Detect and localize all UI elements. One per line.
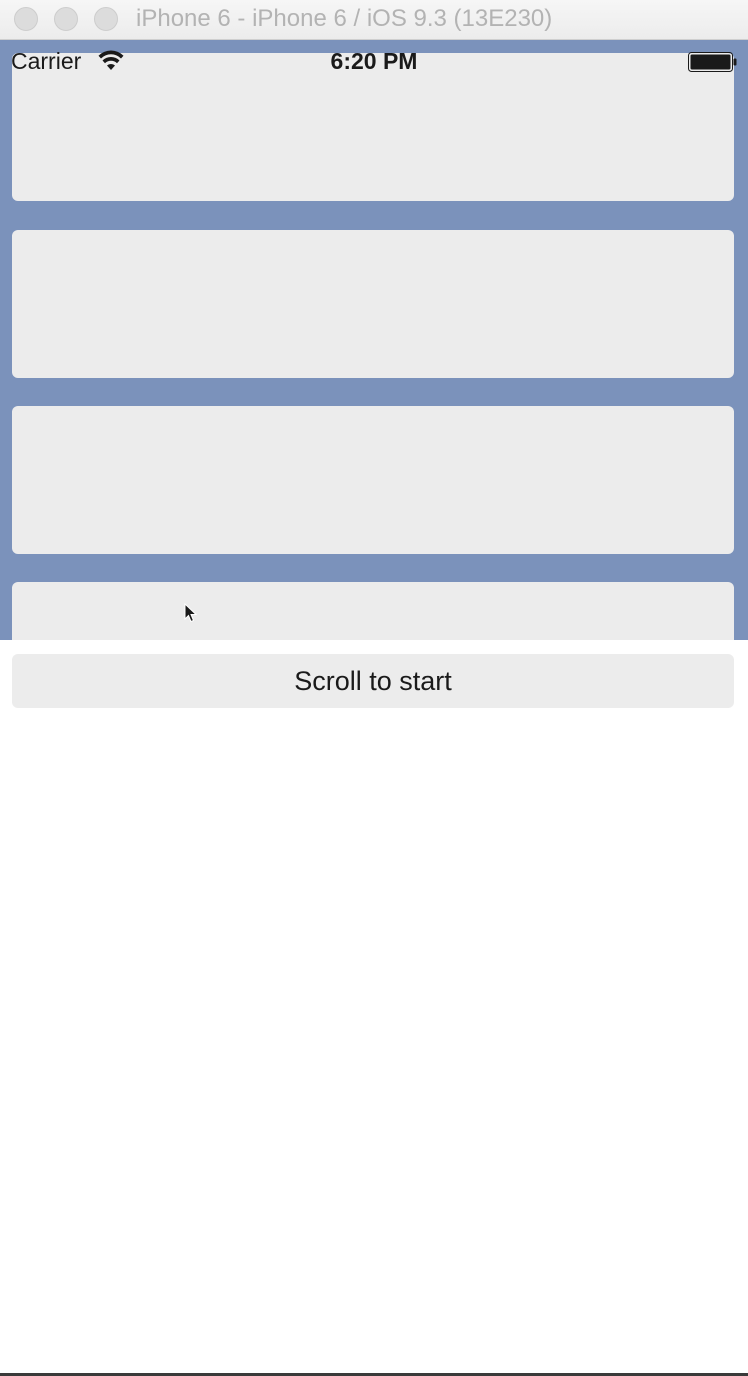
scroll-to-start-button[interactable]: Scroll to start <box>12 654 734 708</box>
scroll-list[interactable] <box>0 40 748 640</box>
window-title-bar: iPhone 6 - iPhone 6 / iOS 9.3 (13E230) <box>0 0 748 40</box>
list-card[interactable] <box>12 230 734 378</box>
battery-icon <box>688 52 737 72</box>
status-time: 6:20 PM <box>330 48 418 74</box>
minimize-window-button[interactable] <box>54 7 78 31</box>
list-card[interactable] <box>12 406 734 554</box>
zoom-window-button[interactable] <box>94 7 118 31</box>
close-window-button[interactable] <box>14 7 38 31</box>
window-title: iPhone 6 - iPhone 6 / iOS 9.3 (13E230) <box>136 5 553 32</box>
pointer-cursor-icon <box>184 603 198 623</box>
list-card[interactable] <box>12 582 734 640</box>
status-bar: Carrier 6:20 PM <box>0 40 748 82</box>
simulator-window: iPhone 6 - iPhone 6 / iOS 9.3 (13E230) C… <box>0 0 748 1376</box>
